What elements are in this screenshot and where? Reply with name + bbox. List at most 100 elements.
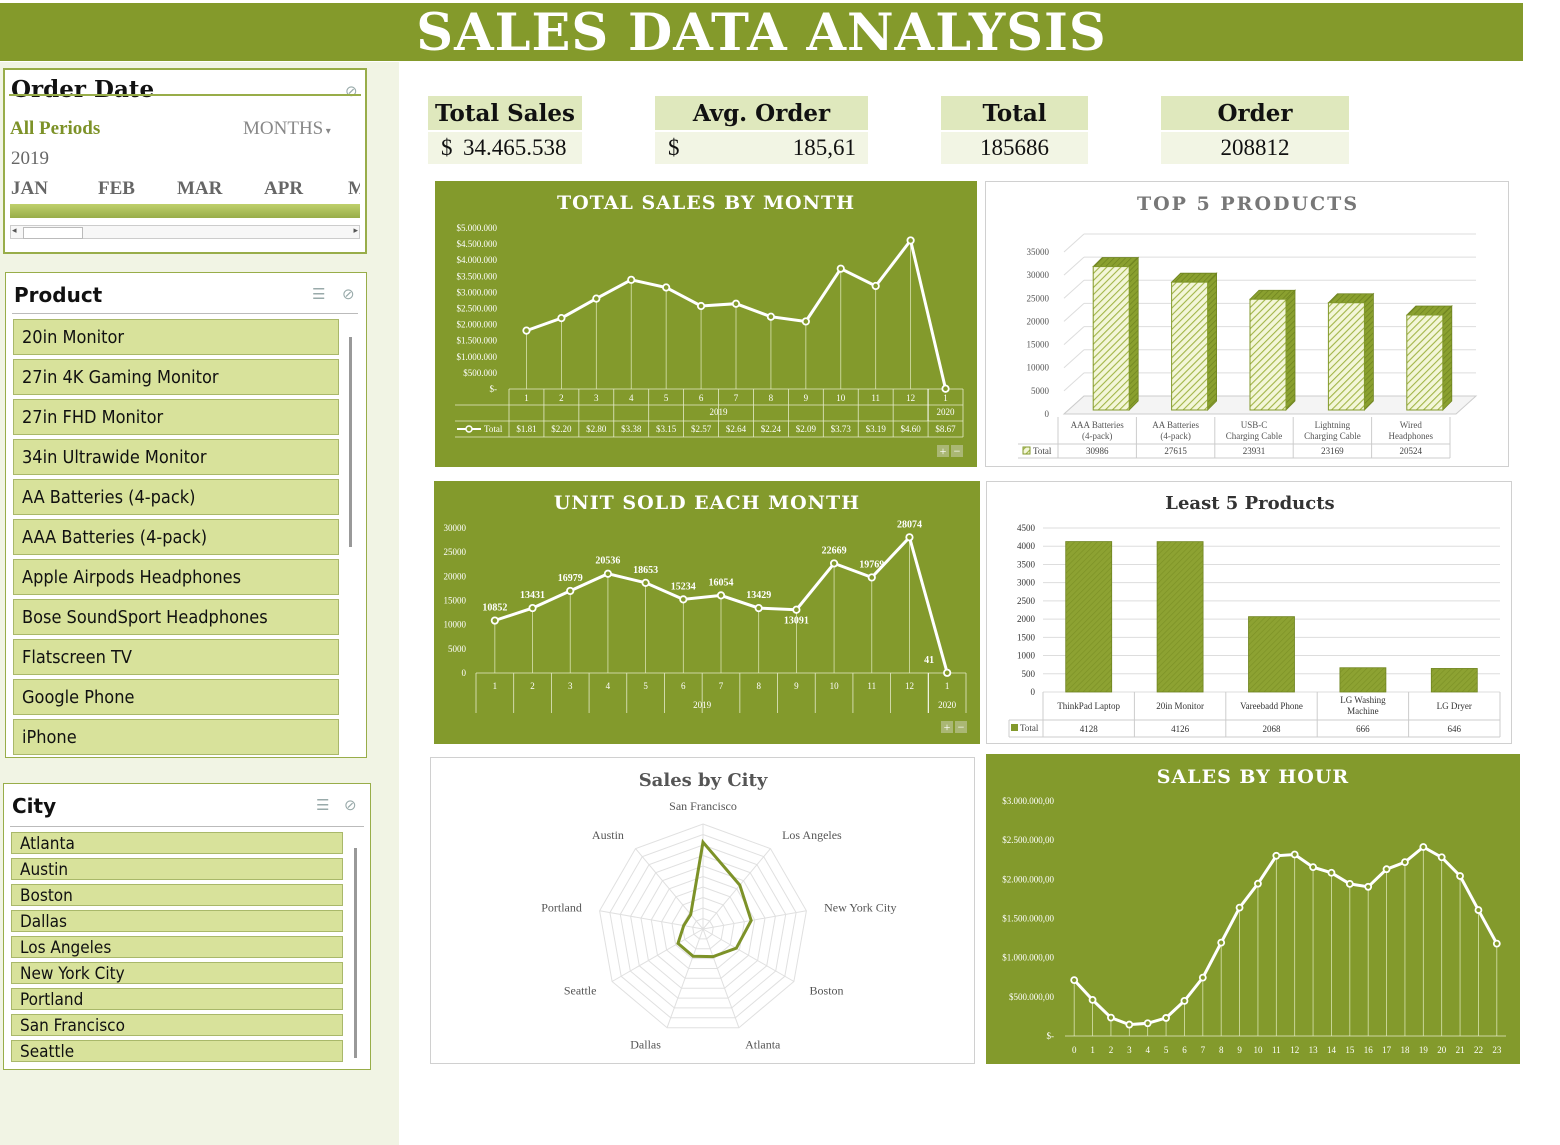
product-item-27in-fhd-monitor[interactable]: 27in FHD Monitor — [13, 399, 339, 435]
time-level-dropdown[interactable]: MONTHS ▾ — [243, 118, 331, 140]
product-scrollbar[interactable] — [349, 337, 352, 547]
product-item-iphone[interactable]: iPhone — [13, 719, 339, 755]
radar-axis-label: Portland — [541, 901, 582, 915]
x-tick-label: ThinkPad Laptop — [1057, 701, 1120, 711]
data-label: 13091 — [784, 616, 809, 627]
city-slicer[interactable]: City ☰ ⊘ Atlanta Austin Boston Dallas Los An… — [3, 783, 371, 1070]
city-item-seattle[interactable]: Seattle — [11, 1040, 343, 1062]
gridline — [1063, 233, 1085, 253]
table-cell: $3.73 — [831, 424, 852, 434]
radar-axis-label: Dallas — [630, 1038, 661, 1052]
month-mar[interactable]: MAR — [177, 178, 222, 200]
y-tick-label: $2.500.000 — [457, 304, 498, 314]
kpi-avg-order-value: $ 185,61 — [655, 132, 868, 164]
product-item-20in-monitor[interactable]: 20in Monitor — [13, 319, 339, 355]
x-tick-label: 13 — [1309, 1045, 1319, 1055]
multi-select-icon[interactable]: ☰ — [316, 796, 329, 815]
scrollbar-thumb[interactable] — [23, 227, 83, 239]
kpi-order-qty-label: Order Quantity — [1161, 96, 1349, 163]
chart-title: Least 5 Products — [1165, 493, 1334, 514]
product-item-apple-airpods-headphones[interactable]: Apple Airpods Headphones — [13, 559, 339, 595]
table-cell: 666 — [1356, 724, 1370, 734]
data-label: 18653 — [633, 565, 658, 576]
data-label: 15234 — [671, 581, 696, 592]
y-tick-label: $500.000 — [463, 368, 497, 378]
table-cell: $3.38 — [621, 424, 642, 434]
city-item-los-angeles[interactable]: Los Angeles — [11, 936, 343, 958]
x-tick-label: 17 — [1382, 1045, 1392, 1055]
product-item-aa-batteries-4-pack[interactable]: AA Batteries (4-pack) — [13, 479, 339, 515]
product-item-27in-4k-gaming-monitor[interactable]: 27in 4K Gaming Monitor — [13, 359, 339, 395]
legend-label: Total — [1020, 723, 1039, 733]
bar — [1171, 281, 1209, 411]
table-cell: $1.81 — [516, 424, 536, 434]
city-item-new-york-city[interactable]: New York City — [11, 962, 343, 984]
x-tick-label: (4-pack) — [1160, 431, 1190, 441]
product-slicer[interactable]: Product ☰ ⊘ 20in Monitor 27in 4K Gaming M… — [5, 272, 367, 758]
x-tick-label: 3 — [568, 681, 573, 691]
bar-side — [1442, 305, 1453, 411]
data-point — [943, 668, 952, 677]
timeline-period-bar[interactable] — [10, 204, 360, 218]
table-cell: $2.64 — [726, 424, 747, 434]
radar-axis-label: Atlanta — [745, 1038, 781, 1052]
x-tick-label: 9 — [804, 393, 809, 403]
x-tick-label: 4 — [629, 393, 634, 403]
clear-filter-icon[interactable]: ⊘ — [342, 285, 355, 304]
data-point — [603, 569, 613, 578]
city-scrollbar[interactable] — [354, 848, 357, 1058]
clear-filter-icon[interactable]: ⊘ — [344, 796, 357, 815]
city-item-dallas[interactable]: Dallas — [11, 910, 343, 932]
product-item-google-phone[interactable]: Google Phone — [13, 679, 339, 715]
y-tick-label: $1.500.000,00 — [1002, 914, 1054, 924]
divider — [9, 94, 361, 96]
bar — [1065, 541, 1113, 693]
scroll-left-icon[interactable]: ◂ — [12, 225, 17, 236]
x-tick-label: Machine — [1347, 706, 1379, 716]
data-point — [731, 299, 741, 308]
gridline — [1063, 279, 1085, 299]
x-tick-label: 11 — [867, 681, 876, 691]
table-cell: $8.67 — [935, 424, 956, 434]
kpi-total-sales-number: 34.465.538 — [463, 135, 567, 160]
order-date-timeline[interactable]: Order Date ⊘ All Periods MONTHS ▾ 2019 J… — [3, 68, 367, 254]
data-point — [1474, 906, 1483, 914]
month-jan[interactable]: JAN — [11, 178, 48, 200]
month-apr[interactable]: APR — [264, 178, 303, 200]
units-by-month-chart: UNIT SOLD EACH MONTH 30000 25000 20000 15000… — [434, 481, 980, 744]
product-item-bose-soundsport-headphones[interactable]: Bose SoundSport Headphones — [13, 599, 339, 635]
chart-title: UNIT SOLD EACH MONTH — [554, 492, 860, 514]
y-tick-label: 25000 — [1027, 293, 1050, 303]
y-tick-label: 0 — [1045, 409, 1050, 419]
y-tick-label: 4000 — [1017, 541, 1036, 551]
product-item-34in-ultrawide-monitor[interactable]: 34in Ultrawide Monitor — [13, 439, 339, 475]
x-tick-label: 11 — [1272, 1045, 1281, 1055]
multi-select-icon[interactable]: ☰ — [312, 285, 325, 304]
x-tick-label: 6 — [681, 681, 686, 691]
city-item-austin[interactable]: Austin — [11, 858, 343, 880]
data-point — [1254, 879, 1262, 888]
minus-icon: − — [954, 444, 961, 458]
timeline-scrollbar[interactable]: ◂ ▸ — [10, 225, 360, 239]
table-cell: $3.15 — [656, 424, 677, 434]
city-item-san-francisco[interactable]: San Francisco — [11, 1014, 343, 1036]
bar — [1327, 302, 1365, 411]
radar-axis-label: San Francisco — [669, 799, 737, 813]
month-feb[interactable]: FEB — [98, 178, 135, 200]
city-item-boston[interactable]: Boston — [11, 884, 343, 906]
data-label: 13431 — [520, 590, 545, 601]
scroll-right-icon[interactable]: ▸ — [353, 225, 358, 236]
data-label: 16979 — [558, 573, 583, 584]
product-item-flatscreen-tv[interactable]: Flatscreen TV — [13, 639, 339, 675]
data-point — [1107, 1013, 1115, 1022]
y-tick-label: $1.000.000,00 — [1002, 953, 1054, 963]
product-item-aaa-batteries-4-pack[interactable]: AAA Batteries (4-pack) — [13, 519, 339, 555]
x-tick-label: 10 — [1253, 1045, 1263, 1055]
x-tick-label: 12 — [905, 681, 914, 691]
city-item-atlanta[interactable]: Atlanta — [11, 832, 343, 854]
table-cell: 2068 — [1263, 724, 1282, 734]
x-tick-label: 0 — [1072, 1045, 1077, 1055]
clear-filter-icon[interactable]: ⊘ — [345, 82, 358, 101]
city-item-portland[interactable]: Portland — [11, 988, 343, 1010]
month-may[interactable]: M — [348, 178, 360, 200]
